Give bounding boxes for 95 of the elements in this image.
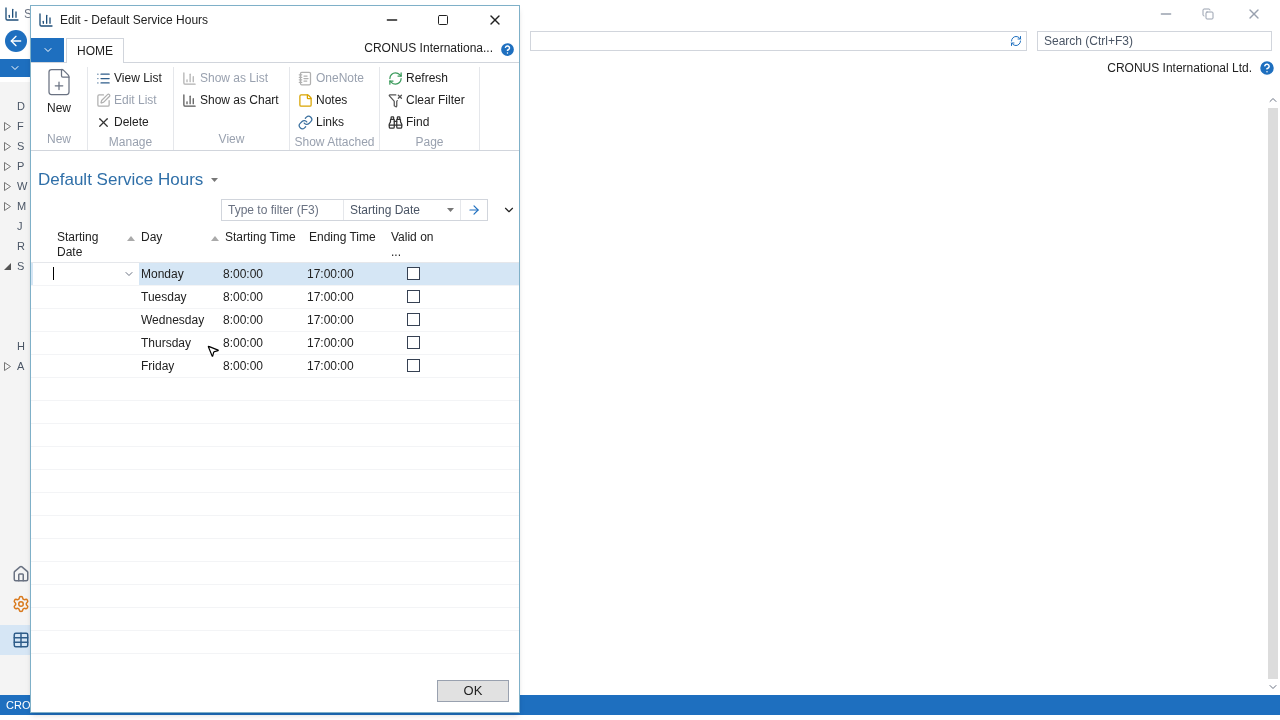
table-row[interactable]: Friday 8:00:00 17:00:00	[31, 354, 519, 378]
table-cell-text: 8:00:00	[223, 334, 265, 352]
table-cell-text: 8:00:00	[223, 265, 265, 283]
ribbon-button[interactable]: Delete	[96, 111, 165, 133]
checkbox[interactable]	[407, 267, 420, 280]
table-icon[interactable]	[12, 631, 30, 649]
nav-item[interactable]: M	[17, 197, 27, 215]
nav-item[interactable]: D	[17, 97, 25, 115]
filter-clear-icon	[388, 92, 403, 108]
collapse-triangle-icon[interactable]	[4, 262, 11, 270]
ribbon-group-label: New	[46, 131, 72, 148]
checkbox[interactable]	[407, 336, 420, 349]
table-cell-text: Tuesday	[141, 288, 188, 306]
filter-column-dropdown[interactable]: Starting Date	[344, 199, 461, 220]
list-icon	[96, 70, 111, 86]
ribbon-button[interactable]: Show as Chart	[182, 89, 281, 111]
filter-field[interactable]: Type to filter (F3)	[222, 199, 344, 220]
status-text: CRO	[6, 697, 31, 713]
column-header[interactable]: Day	[139, 228, 223, 262]
note-icon	[298, 92, 313, 108]
home-icon[interactable]	[12, 565, 30, 583]
help-icon[interactable]	[499, 41, 516, 58]
binoculars-icon	[388, 114, 403, 130]
table-cell-text: Friday	[141, 357, 176, 375]
table-cell-text: 17:00:00	[307, 334, 355, 352]
page-title: Default Service Hours	[38, 169, 204, 191]
chart-icon	[182, 70, 197, 86]
table-cell-text: 8:00:00	[223, 288, 265, 306]
mouse-pointer-icon	[206, 343, 220, 359]
menu-bar[interactable]	[0, 59, 30, 77]
checkbox[interactable]	[407, 290, 420, 303]
table-cell-text: 17:00:00	[307, 311, 355, 329]
table-cell-text: 8:00:00	[223, 311, 265, 329]
checkbox[interactable]	[407, 359, 420, 372]
notebook-icon	[298, 70, 313, 86]
app-logo-icon	[38, 11, 54, 28]
nav-item[interactable]: P	[17, 157, 25, 175]
table-row[interactable]: Thursday 8:00:00 17:00:00	[31, 331, 519, 355]
nav-item[interactable]: S	[17, 257, 25, 275]
sort-arrow-icon	[127, 235, 135, 241]
nav-item[interactable]: J	[17, 217, 23, 235]
checkbox[interactable]	[407, 313, 420, 326]
column-header[interactable]: Starting Time	[223, 228, 307, 262]
table-cell-text: Thursday	[141, 334, 193, 352]
sort-arrow-icon	[211, 235, 219, 241]
table-row[interactable]: Wednesday 8:00:00 17:00:00	[31, 308, 519, 332]
table-cell-text: Wednesday	[141, 311, 205, 329]
table-cell-text: 17:00:00	[307, 265, 355, 283]
table-cell-text: 17:00:00	[307, 288, 355, 306]
table-row[interactable]: Tuesday 8:00:00 17:00:00	[31, 285, 519, 309]
ribbon-button[interactable]: Clear Filter	[388, 89, 471, 111]
edit-icon	[96, 92, 111, 108]
app-logo-icon	[4, 6, 20, 22]
nav-item[interactable]: S	[17, 137, 25, 155]
column-header[interactable]: Valid on ...	[391, 228, 451, 262]
settings-icon[interactable]	[12, 595, 30, 613]
nav-item[interactable]: A	[17, 357, 25, 375]
help-icon[interactable]	[1258, 59, 1276, 77]
dropdown-caret-icon[interactable]	[211, 177, 219, 182]
apply-filter-icon[interactable]	[467, 202, 481, 217]
expand-triangle-icon[interactable]	[4, 361, 11, 371]
ribbon-button[interactable]: Refresh	[388, 67, 471, 89]
ribbon-group-label: Manage	[107, 134, 154, 151]
table-cell-text: 17:00:00	[307, 357, 355, 375]
company-name: CRONUS Internationa...	[364, 40, 493, 57]
ribbon-button[interactable]: Notes	[298, 89, 371, 111]
refresh-icon[interactable]	[1010, 35, 1022, 47]
refresh-icon	[388, 70, 403, 86]
ribbon-group-label: View	[217, 131, 246, 148]
table-row[interactable]: Monday 8:00:00 17:00:00	[31, 262, 519, 286]
maximize-icon[interactable]	[437, 13, 449, 26]
address-field[interactable]	[530, 31, 1027, 51]
window-title: Edit - Default Service Hours	[60, 11, 209, 29]
nav-item[interactable]: F	[17, 117, 24, 135]
new-button[interactable]: New	[39, 67, 79, 117]
nav-item[interactable]: R	[17, 237, 25, 255]
ribbon-group-label: Show Attached	[293, 134, 376, 151]
dropdown-caret-icon	[447, 207, 454, 212]
nav-item[interactable]: H	[17, 337, 25, 355]
column-header[interactable]: Starting Date	[31, 228, 139, 262]
ribbon-group-label: Page	[414, 134, 445, 151]
nav-item[interactable]: W	[17, 177, 28, 195]
back-button[interactable]	[5, 30, 27, 52]
company-name: CRONUS International Ltd.	[1107, 60, 1252, 77]
chart-icon	[182, 92, 197, 108]
ribbon-button[interactable]: View List	[96, 67, 165, 89]
table-cell-text: 8:00:00	[223, 357, 265, 375]
ribbon-tab[interactable]: HOME	[66, 38, 124, 63]
ribbon-button[interactable]: Links	[298, 111, 371, 133]
table-cell-text: Monday	[141, 265, 185, 283]
link-icon	[298, 114, 313, 130]
search-field[interactable]: Search (Ctrl+F3)	[1037, 31, 1272, 51]
ok-button[interactable]: OK	[437, 680, 509, 702]
column-header[interactable]: Ending Time	[307, 228, 391, 262]
ribbon-button[interactable]: Find	[388, 111, 471, 133]
